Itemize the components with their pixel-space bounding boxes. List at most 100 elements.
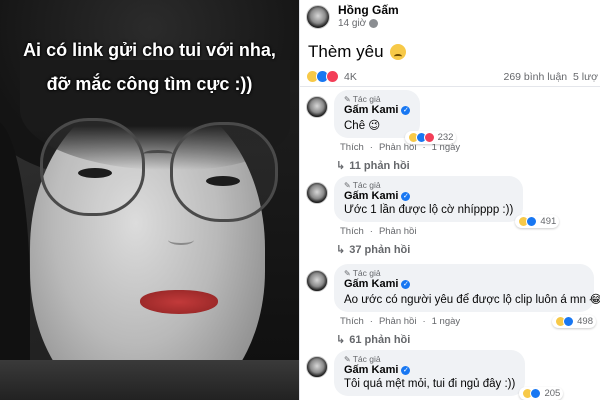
comment-reaction-count: 491 [540,216,557,227]
comment-bubble: ✎ Tác giả Gấm Kami ✓ Chê 😉 232 [334,90,457,144]
author-block: Hồng Gấm 14 giờ [338,3,399,30]
author-badge-label: Tác giả [352,354,381,364]
comment-reactions[interactable]: 205 [519,387,564,400]
replies-count[interactable]: 11 phản hồi [349,160,410,172]
author-badge: ✎ Tác giả [344,94,410,104]
verified-badge-icon: ✓ [401,191,411,201]
comment-actions: Thích · Phản hồi [340,226,417,237]
nose [168,235,194,245]
globe-icon [369,19,379,29]
comment-author-name[interactable]: Gấm Kami [344,190,398,202]
view-replies-link[interactable]: ↳ 37 phản hồi [336,243,598,257]
sad-face-emoji-icon [389,44,406,60]
pencil-icon: ✎ [344,268,351,278]
comment-bubble: ✎ Tác giả Gấm Kami ✓ Ước 1 lần được lộ c… [334,176,560,228]
post-text: Thèm yêu [308,42,406,62]
glasses-right-lens [170,122,278,222]
comment-author-row: Gấm Kami ✓ [344,190,513,202]
comment-row: ✎ Tác giả Gấm Kami ✓ Chê 😉 232 [306,90,598,144]
comment-author-row: Gấm Kami ✓ [344,104,411,116]
author-badge-label: Tác giả [352,180,381,190]
like-comment-link[interactable]: Thích [340,142,364,153]
reply-arrow-icon: ↳ [336,244,346,256]
verified-badge-icon: ✓ [401,365,411,375]
reaction-count[interactable]: 4K [344,71,357,83]
author-badge: ✎ Tác giả [344,180,513,190]
comment-text: Ao ước có người yêu để được lộ clip luôn… [344,294,600,306]
comment-text: Tôi quá mệt mỏi, tui đi ngủ đây :)) [344,378,516,390]
comment: ✎ Tác giả Gấm Kami ✓ Ước 1 lần được lộ c… [306,176,598,256]
comments-count[interactable]: 269 bình luận [503,71,567,83]
shares-count[interactable]: 5 lượ [573,71,598,83]
divider [300,86,600,87]
like-comment-link[interactable]: Thích [340,316,364,327]
like-reaction-icon [526,216,538,227]
author-badge: ✎ Tác giả [344,354,515,364]
comment-reactions[interactable]: 498 [552,315,596,328]
comment-author-name[interactable]: Gấm Kami [344,104,398,116]
post-stats: 4K 269 bình luận 5 lượ [306,70,598,83]
comment-row: ✎ Tác giả Gấm Kami ✓ Ao ước có người yêu… [306,264,600,328]
comment-author-row: Gấm Kami ✓ [344,278,584,290]
comment-avatar[interactable] [306,182,328,204]
reply-comment-link[interactable]: Phản hồi [379,226,417,237]
author-badge: ✎ Tác giả [344,268,584,278]
comment-reactions[interactable]: 491 [515,215,560,228]
lips [140,290,218,314]
comment-row: ✎ Tác giả Gấm Kami ✓ Tôi quá mệt mỏi, tu… [306,350,598,400]
comment-text: Ước 1 lần được lộ cờ nhípppp :)) [344,204,514,216]
comment-avatar[interactable] [306,356,328,378]
comments-shares-count: 269 bình luận 5 lượ [503,71,598,83]
post-text-content: Thèm yêu [308,42,384,61]
like-comment-link[interactable]: Thích [340,226,364,237]
view-replies-link[interactable]: ↳ 61 phản hồi [336,333,598,347]
comment-author-name[interactable]: Gấm Kami [344,364,398,376]
replies-count[interactable]: 37 phản hồi [349,244,410,256]
photo-caption-line2: đỡ mắc công tìm cực :)) [46,74,253,94]
comment-row: ✎ Tác giả Gấm Kami ✓ Ước 1 lần được lộ c… [306,176,598,228]
comment-reactions[interactable]: 232 [404,131,457,144]
author-badge-label: Tác giả [352,94,381,104]
comment: ✎ Tác giả Gấm Kami ✓ Tôi quá mệt mỏi, tu… [306,350,598,400]
comment-reaction-count: 205 [544,388,561,399]
glasses-left-lens [40,118,145,216]
comment-actions: Thích · Phản hồi · 1 ngày [340,142,461,153]
post-reactions[interactable] [306,70,339,83]
like-reaction-icon [563,316,575,327]
reply-arrow-icon: ↳ [336,334,346,346]
verified-badge-icon: ✓ [401,105,411,115]
comment-author-row: Gấm Kami ✓ [344,364,515,376]
comment-avatar[interactable] [306,96,328,118]
post-photo[interactable]: Ai có link gửi cho tui với nha, đỡ mắc c… [0,0,299,400]
post-time-row: 14 giờ [338,18,399,30]
love-reaction-icon [326,70,339,83]
pencil-icon: ✎ [344,180,351,190]
comment: ✎ Tác giả Gấm Kami ✓ Ao ước có người yêu… [306,264,600,347]
glasses-bridge [143,150,173,158]
comment-bubble: ✎ Tác giả Gấm Kami ✓ Tôi quá mệt mỏi, tu… [334,350,564,400]
post-author-name[interactable]: Hồng Gấm [338,3,399,18]
reply-arrow-icon: ↳ [336,160,346,172]
post-header: Hồng Gấm 14 giờ [306,3,399,30]
facebook-post-panel: Hồng Gấm 14 giờ Thèm yêu 4K 269 bình luậ… [299,0,600,400]
comment: ✎ Tác giả Gấm Kami ✓ Chê 😉 232 Thích · P… [306,90,598,172]
author-avatar[interactable] [306,4,330,29]
like-reaction-icon [530,388,542,399]
love-reaction-icon [423,132,435,143]
comment-bubble: ✎ Tác giả Gấm Kami ✓ Ao ước có người yêu… [334,264,600,328]
left-eye [78,168,112,178]
view-replies-link[interactable]: ↳ 11 phản hồi [336,159,598,173]
comment-reaction-count: 232 [437,132,454,143]
pencil-icon: ✎ [344,354,351,364]
post-time[interactable]: 14 giờ [338,18,366,30]
comment-author-name[interactable]: Gấm Kami [344,278,398,290]
collar [0,360,299,400]
reply-comment-link[interactable]: Phản hồi [379,316,417,327]
verified-badge-icon: ✓ [401,279,411,289]
author-badge-label: Tác giả [352,268,381,278]
hair-shape-left [0,120,30,400]
replies-count[interactable]: 61 phản hồi [349,334,410,346]
comment-time[interactable]: 1 ngày [432,316,461,327]
comment-text: Chê 😉 [344,120,381,132]
comment-avatar[interactable] [306,270,328,292]
